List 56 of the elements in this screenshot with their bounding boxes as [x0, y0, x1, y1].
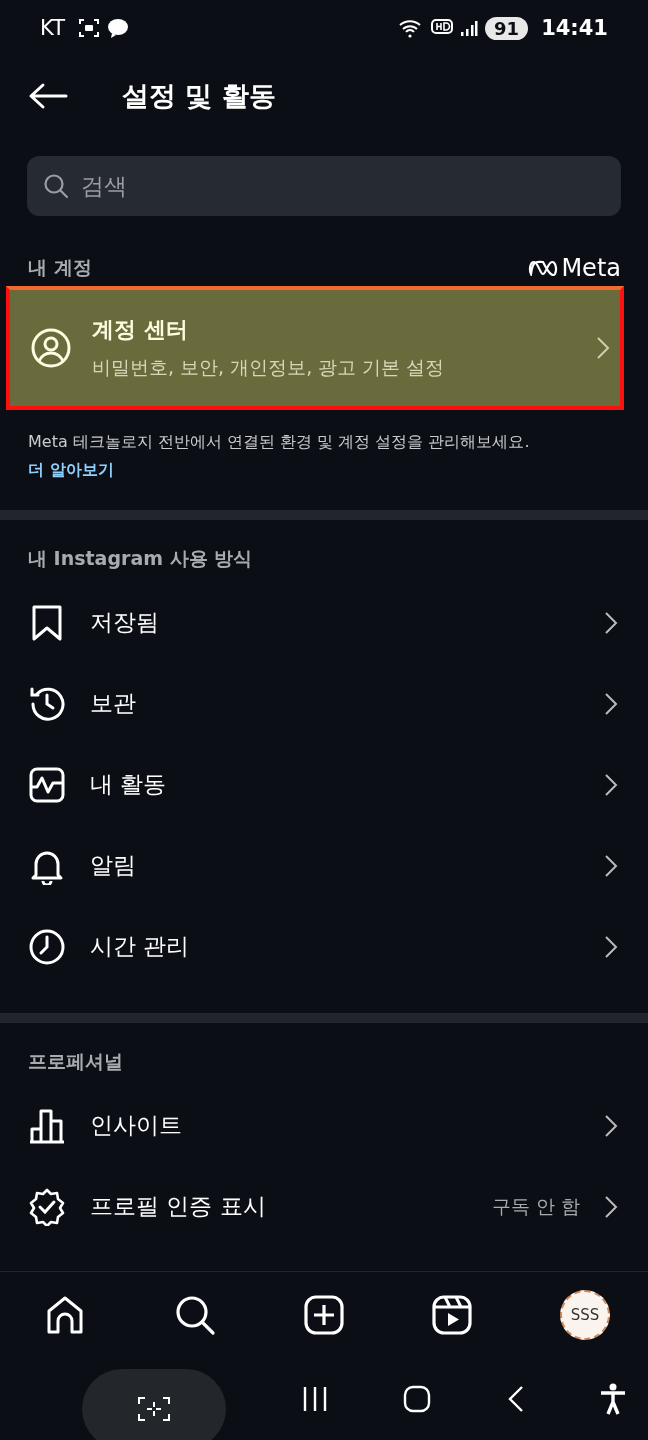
section-label: 내 계정	[28, 255, 92, 280]
learn-more-link[interactable]: 더 알아보기	[28, 460, 114, 479]
clock-time: 14:41	[541, 16, 608, 40]
menu-item[interactable]: 저장됨	[0, 582, 648, 663]
item-label: 인사이트	[90, 1111, 183, 1140]
search-icon	[43, 173, 69, 199]
page-title: 설정 및 활동	[122, 79, 276, 113]
home-button-icon[interactable]	[403, 1385, 431, 1413]
back-arrow-icon[interactable]	[28, 82, 68, 110]
section-label: 내 Instagram 사용 방식	[28, 547, 253, 569]
chevron-right-icon	[604, 772, 618, 797]
profile-avatar[interactable]: SSS	[560, 1290, 610, 1340]
item-label: 보관	[90, 689, 137, 718]
accessibility-icon[interactable]	[600, 1383, 626, 1415]
chevron-right-icon	[604, 1113, 618, 1138]
reels-icon[interactable]	[432, 1295, 472, 1335]
search-field[interactable]: 검색	[27, 156, 621, 216]
activity-icon	[28, 765, 66, 804]
item-label: 시간 관리	[90, 932, 191, 961]
chevron-right-icon	[604, 610, 618, 635]
item-label: 프로필 인증 표시	[90, 1192, 267, 1221]
item-label: 알림	[90, 851, 137, 880]
back-icon[interactable]	[506, 1385, 525, 1413]
chat-bubble-icon	[106, 18, 129, 38]
item-subtitle: 비밀번호, 보안, 개인정보, 광고 기본 설정	[92, 355, 446, 380]
hd-icon	[431, 19, 454, 37]
capture-icon	[137, 1396, 171, 1422]
battery-level: 91	[485, 16, 529, 40]
carrier: KT	[40, 16, 65, 40]
signal-icon	[460, 19, 479, 37]
meta-logo: Meta	[528, 254, 621, 282]
menu-item[interactable]: 보관	[0, 663, 648, 744]
chevron-right-icon	[604, 691, 618, 716]
description-text: Meta 테크놀로지 전반에서 연결된 환경 및 계정 설정을 관리해보세요. 더 알아보기	[28, 431, 531, 481]
item-label: 내 활동	[90, 770, 168, 799]
chevron-right-icon	[604, 853, 618, 878]
menu-item[interactable]: 알림	[0, 825, 648, 906]
add-post-icon[interactable]	[304, 1295, 344, 1335]
chevron-right-icon	[596, 336, 610, 360]
search-icon[interactable]	[174, 1294, 216, 1336]
verified-badge-icon	[28, 1187, 66, 1226]
menu-item[interactable]: 프로필 인증 표시 구독 안 함	[0, 1166, 648, 1247]
profile-circle-icon	[30, 327, 72, 369]
section-label: 프로페셔널	[28, 1050, 123, 1072]
chevron-right-icon	[604, 1194, 618, 1219]
item-title: 계정 센터	[92, 316, 189, 344]
clock-icon	[28, 927, 66, 966]
menu-item[interactable]: 내 활동	[0, 744, 648, 825]
item-value: 구독 안 함	[491, 1193, 580, 1219]
menu-item[interactable]: 시간 관리	[0, 906, 648, 987]
menu-item[interactable]: 인사이트	[0, 1085, 648, 1166]
chevron-right-icon	[604, 934, 618, 959]
recent-apps-icon[interactable]	[301, 1386, 328, 1412]
screenshot-icon	[77, 18, 100, 38]
account-center-item[interactable]: 계정 센터 비밀번호, 보안, 개인정보, 광고 기본 설정	[6, 286, 624, 410]
item-label: 저장됨	[90, 608, 160, 637]
